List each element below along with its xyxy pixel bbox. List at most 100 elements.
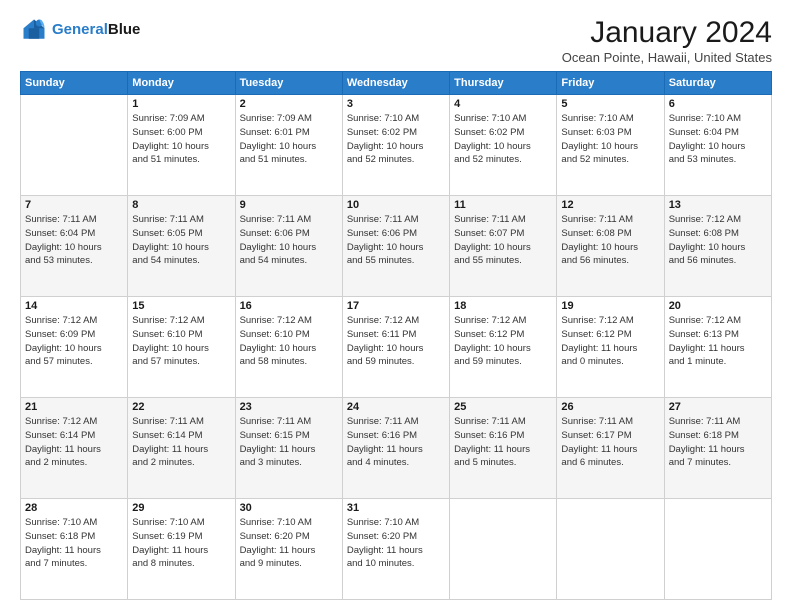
logo-icon bbox=[20, 16, 48, 44]
logo-text: GeneralBlue bbox=[52, 22, 140, 39]
calendar-cell bbox=[557, 499, 664, 600]
day-info: Sunrise: 7:10 AMSunset: 6:02 PMDaylight:… bbox=[347, 112, 445, 167]
day-info: Sunrise: 7:12 AMSunset: 6:12 PMDaylight:… bbox=[561, 314, 659, 369]
day-info: Sunrise: 7:09 AMSunset: 6:01 PMDaylight:… bbox=[240, 112, 338, 167]
day-info: Sunrise: 7:11 AMSunset: 6:05 PMDaylight:… bbox=[132, 213, 230, 268]
calendar-table: SundayMondayTuesdayWednesdayThursdayFrid… bbox=[20, 71, 772, 600]
day-info: Sunrise: 7:11 AMSunset: 6:06 PMDaylight:… bbox=[240, 213, 338, 268]
calendar-cell: 28 Sunrise: 7:10 AMSunset: 6:18 PMDayligh… bbox=[21, 499, 128, 600]
day-number: 9 bbox=[240, 199, 338, 211]
day-info: Sunrise: 7:11 AMSunset: 6:08 PMDaylight:… bbox=[561, 213, 659, 268]
calendar-week-3: 21Sunrise: 7:12 AMSunset: 6:14 PMDayligh… bbox=[21, 398, 772, 499]
day-info: Sunrise: 7:12 AMSunset: 6:10 PMDaylight:… bbox=[240, 314, 338, 369]
day-info: Sunrise: 7:12 AMSunset: 6:13 PMDaylight:… bbox=[669, 314, 767, 369]
day-number: 17 bbox=[347, 300, 445, 312]
calendar-cell: 24Sunrise: 7:11 AMSunset: 6:16 PMDayligh… bbox=[342, 398, 449, 499]
calendar-cell: 25 Sunrise: 7:11 AMSunset: 6:16 PMDayligh… bbox=[450, 398, 557, 499]
day-info: Sunrise: 7:12 AMSunset: 6:09 PMDaylight:… bbox=[25, 314, 123, 369]
day-number: 5 bbox=[561, 98, 659, 110]
calendar-cell: 31 Sunrise: 7:10 AMSunset: 6:20 PMDayligh… bbox=[342, 499, 449, 600]
calendar-cell: 23 Sunrise: 7:11 AMSunset: 6:15 PMDayligh… bbox=[235, 398, 342, 499]
header-day-sunday: Sunday bbox=[21, 72, 128, 95]
day-info: Sunrise: 7:12 AMSunset: 6:14 PMDaylight:… bbox=[25, 415, 123, 470]
calendar-body: 1 Sunrise: 7:09 AMSunset: 6:00 PMDaylight… bbox=[21, 95, 772, 600]
day-number: 26 bbox=[561, 401, 659, 413]
day-number: 22 bbox=[132, 401, 230, 413]
calendar-cell bbox=[21, 95, 128, 196]
day-info: Sunrise: 7:11 AMSunset: 6:14 PMDaylight:… bbox=[132, 415, 230, 470]
calendar-cell: 9 Sunrise: 7:11 AMSunset: 6:06 PMDaylight… bbox=[235, 196, 342, 297]
calendar-header: SundayMondayTuesdayWednesdayThursdayFrid… bbox=[21, 72, 772, 95]
calendar-cell: 10 Sunrise: 7:11 AMSunset: 6:06 PMDayligh… bbox=[342, 196, 449, 297]
day-info: Sunrise: 7:09 AMSunset: 6:00 PMDaylight:… bbox=[132, 112, 230, 167]
calendar-cell: 21Sunrise: 7:12 AMSunset: 6:14 PMDayligh… bbox=[21, 398, 128, 499]
day-number: 14 bbox=[25, 300, 123, 312]
calendar-week-0: 1 Sunrise: 7:09 AMSunset: 6:00 PMDaylight… bbox=[21, 95, 772, 196]
calendar-cell: 6 Sunrise: 7:10 AMSunset: 6:04 PMDaylight… bbox=[664, 95, 771, 196]
subtitle: Ocean Pointe, Hawaii, United States bbox=[562, 50, 772, 65]
day-number: 16 bbox=[240, 300, 338, 312]
calendar-cell: 29Sunrise: 7:10 AMSunset: 6:19 PMDayligh… bbox=[128, 499, 235, 600]
day-number: 2 bbox=[240, 98, 338, 110]
day-info: Sunrise: 7:12 AMSunset: 6:10 PMDaylight:… bbox=[132, 314, 230, 369]
day-info: Sunrise: 7:12 AMSunset: 6:12 PMDaylight:… bbox=[454, 314, 552, 369]
day-number: 6 bbox=[669, 98, 767, 110]
day-info: Sunrise: 7:11 AMSunset: 6:17 PMDaylight:… bbox=[561, 415, 659, 470]
day-info: Sunrise: 7:11 AMSunset: 6:16 PMDaylight:… bbox=[347, 415, 445, 470]
day-info: Sunrise: 7:10 AMSunset: 6:02 PMDaylight:… bbox=[454, 112, 552, 167]
calendar-cell: 15Sunrise: 7:12 AMSunset: 6:10 PMDayligh… bbox=[128, 297, 235, 398]
header-day-tuesday: Tuesday bbox=[235, 72, 342, 95]
day-number: 23 bbox=[240, 401, 338, 413]
calendar-cell: 17Sunrise: 7:12 AMSunset: 6:11 PMDayligh… bbox=[342, 297, 449, 398]
logo-general: General bbox=[52, 21, 108, 38]
day-number: 25 bbox=[454, 401, 552, 413]
calendar-cell: 13Sunrise: 7:12 AMSunset: 6:08 PMDayligh… bbox=[664, 196, 771, 297]
day-info: Sunrise: 7:11 AMSunset: 6:06 PMDaylight:… bbox=[347, 213, 445, 268]
day-number: 3 bbox=[347, 98, 445, 110]
day-info: Sunrise: 7:10 AMSunset: 6:03 PMDaylight:… bbox=[561, 112, 659, 167]
header-day-saturday: Saturday bbox=[664, 72, 771, 95]
header-day-friday: Friday bbox=[557, 72, 664, 95]
day-number: 12 bbox=[561, 199, 659, 211]
day-number: 28 bbox=[25, 502, 123, 514]
calendar-cell: 12 Sunrise: 7:11 AMSunset: 6:08 PMDayligh… bbox=[557, 196, 664, 297]
day-number: 19 bbox=[561, 300, 659, 312]
header-day-monday: Monday bbox=[128, 72, 235, 95]
day-number: 8 bbox=[132, 199, 230, 211]
day-info: Sunrise: 7:10 AMSunset: 6:20 PMDaylight:… bbox=[347, 516, 445, 571]
header-day-wednesday: Wednesday bbox=[342, 72, 449, 95]
day-info: Sunrise: 7:10 AMSunset: 6:18 PMDaylight:… bbox=[25, 516, 123, 571]
main-title: January 2024 bbox=[562, 16, 772, 50]
day-info: Sunrise: 7:10 AMSunset: 6:04 PMDaylight:… bbox=[669, 112, 767, 167]
header-day-thursday: Thursday bbox=[450, 72, 557, 95]
title-block: January 2024 Ocean Pointe, Hawaii, Unite… bbox=[562, 16, 772, 65]
calendar-cell bbox=[450, 499, 557, 600]
day-info: Sunrise: 7:11 AMSunset: 6:16 PMDaylight:… bbox=[454, 415, 552, 470]
calendar-cell bbox=[664, 499, 771, 600]
calendar-week-4: 28 Sunrise: 7:10 AMSunset: 6:18 PMDayligh… bbox=[21, 499, 772, 600]
calendar-cell: 18 Sunrise: 7:12 AMSunset: 6:12 PMDayligh… bbox=[450, 297, 557, 398]
day-number: 7 bbox=[25, 199, 123, 211]
calendar-cell: 2 Sunrise: 7:09 AMSunset: 6:01 PMDaylight… bbox=[235, 95, 342, 196]
calendar-cell: 7Sunrise: 7:11 AMSunset: 6:04 PMDaylight… bbox=[21, 196, 128, 297]
calendar-cell: 20Sunrise: 7:12 AMSunset: 6:13 PMDayligh… bbox=[664, 297, 771, 398]
day-number: 31 bbox=[347, 502, 445, 514]
calendar-cell: 4 Sunrise: 7:10 AMSunset: 6:02 PMDaylight… bbox=[450, 95, 557, 196]
page: GeneralBlue January 2024 Ocean Pointe, H… bbox=[0, 0, 792, 612]
day-number: 10 bbox=[347, 199, 445, 211]
day-number: 4 bbox=[454, 98, 552, 110]
calendar-cell: 11Sunrise: 7:11 AMSunset: 6:07 PMDayligh… bbox=[450, 196, 557, 297]
day-number: 13 bbox=[669, 199, 767, 211]
calendar-cell: 5 Sunrise: 7:10 AMSunset: 6:03 PMDaylight… bbox=[557, 95, 664, 196]
day-info: Sunrise: 7:11 AMSunset: 6:15 PMDaylight:… bbox=[240, 415, 338, 470]
logo: GeneralBlue bbox=[20, 16, 140, 44]
logo-blue: Blue bbox=[108, 21, 141, 38]
day-number: 11 bbox=[454, 199, 552, 211]
day-number: 18 bbox=[454, 300, 552, 312]
header-row: SundayMondayTuesdayWednesdayThursdayFrid… bbox=[21, 72, 772, 95]
day-info: Sunrise: 7:10 AMSunset: 6:20 PMDaylight:… bbox=[240, 516, 338, 571]
day-number: 1 bbox=[132, 98, 230, 110]
day-info: Sunrise: 7:11 AMSunset: 6:18 PMDaylight:… bbox=[669, 415, 767, 470]
calendar-cell: 1 Sunrise: 7:09 AMSunset: 6:00 PMDaylight… bbox=[128, 95, 235, 196]
calendar-cell: 19 Sunrise: 7:12 AMSunset: 6:12 PMDayligh… bbox=[557, 297, 664, 398]
